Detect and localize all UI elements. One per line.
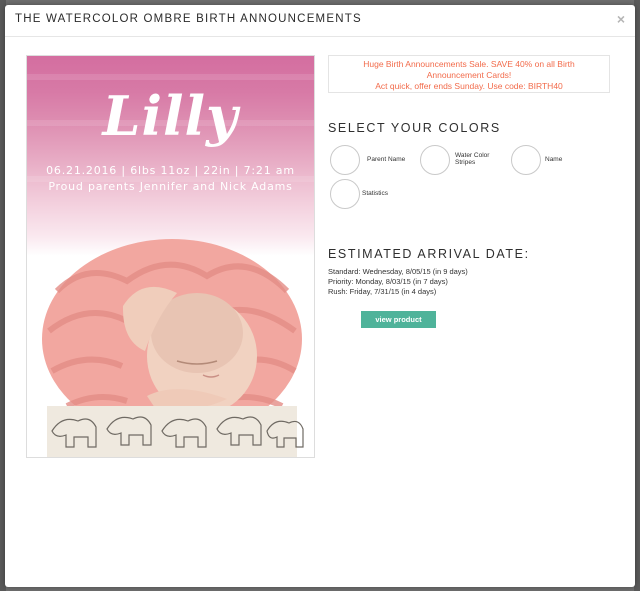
view-product-button[interactable]: view product bbox=[361, 311, 436, 328]
swatch-label-water-color-stripes: Water Color Stripes bbox=[455, 152, 489, 166]
product-preview-image: Lilly 06.21.2016 | 6lbs 11oz | 22in | 7:… bbox=[26, 55, 315, 458]
sale-banner: Huge Birth Announcements Sale. SAVE 40% … bbox=[328, 55, 610, 93]
swatch-label-line-1: Water Color bbox=[455, 152, 490, 159]
card-parents: Proud parents Jennifer and Nick Adams bbox=[48, 180, 293, 193]
card-baby-name: Lilly bbox=[102, 84, 239, 148]
swatch-label-line-2: Stripes bbox=[455, 159, 476, 166]
arrival-date-heading: ESTIMATED ARRIVAL DATE: bbox=[328, 247, 530, 261]
sale-line-3: Act quick, offer ends Sunday. Use code: … bbox=[375, 81, 563, 91]
sale-line-1: Huge Birth Announcements Sale. SAVE 40% … bbox=[363, 59, 575, 69]
wash-streak bbox=[27, 74, 314, 80]
select-colors-heading: SELECT YOUR COLORS bbox=[328, 121, 501, 135]
modal-title: THE WATERCOLOR OMBRE BIRTH ANNOUNCEMENTS bbox=[15, 13, 362, 25]
sale-line-2: Announcement Cards! bbox=[426, 70, 512, 80]
arrival-standard: Standard: Wednesday, 8/05/15 (in 9 days) bbox=[328, 267, 468, 276]
color-swatch-water-color-stripes[interactable] bbox=[420, 145, 450, 175]
color-swatch-name[interactable] bbox=[511, 145, 541, 175]
product-modal: THE WATERCOLOR OMBRE BIRTH ANNOUNCEMENTS… bbox=[5, 5, 635, 587]
swatch-label-statistics: Statistics bbox=[362, 190, 389, 197]
color-swatch-parent-name[interactable] bbox=[330, 145, 360, 175]
modal-header: THE WATERCOLOR OMBRE BIRTH ANNOUNCEMENTS… bbox=[5, 5, 635, 37]
card-birth-details: 06.21.2016 | 6lbs 11oz | 22in | 7:21 am bbox=[46, 164, 295, 177]
color-swatch-statistics[interactable] bbox=[330, 179, 360, 209]
arrival-priority: Priority: Monday, 8/03/15 (in 7 days) bbox=[328, 277, 448, 286]
swatch-label-name: Name bbox=[545, 156, 563, 163]
arrival-rush: Rush: Friday, 7/31/15 (in 4 days) bbox=[328, 287, 437, 296]
close-button[interactable]: × bbox=[617, 11, 625, 27]
swatch-label-parent-name: Parent Name bbox=[367, 156, 406, 163]
baby-photo bbox=[42, 239, 304, 457]
